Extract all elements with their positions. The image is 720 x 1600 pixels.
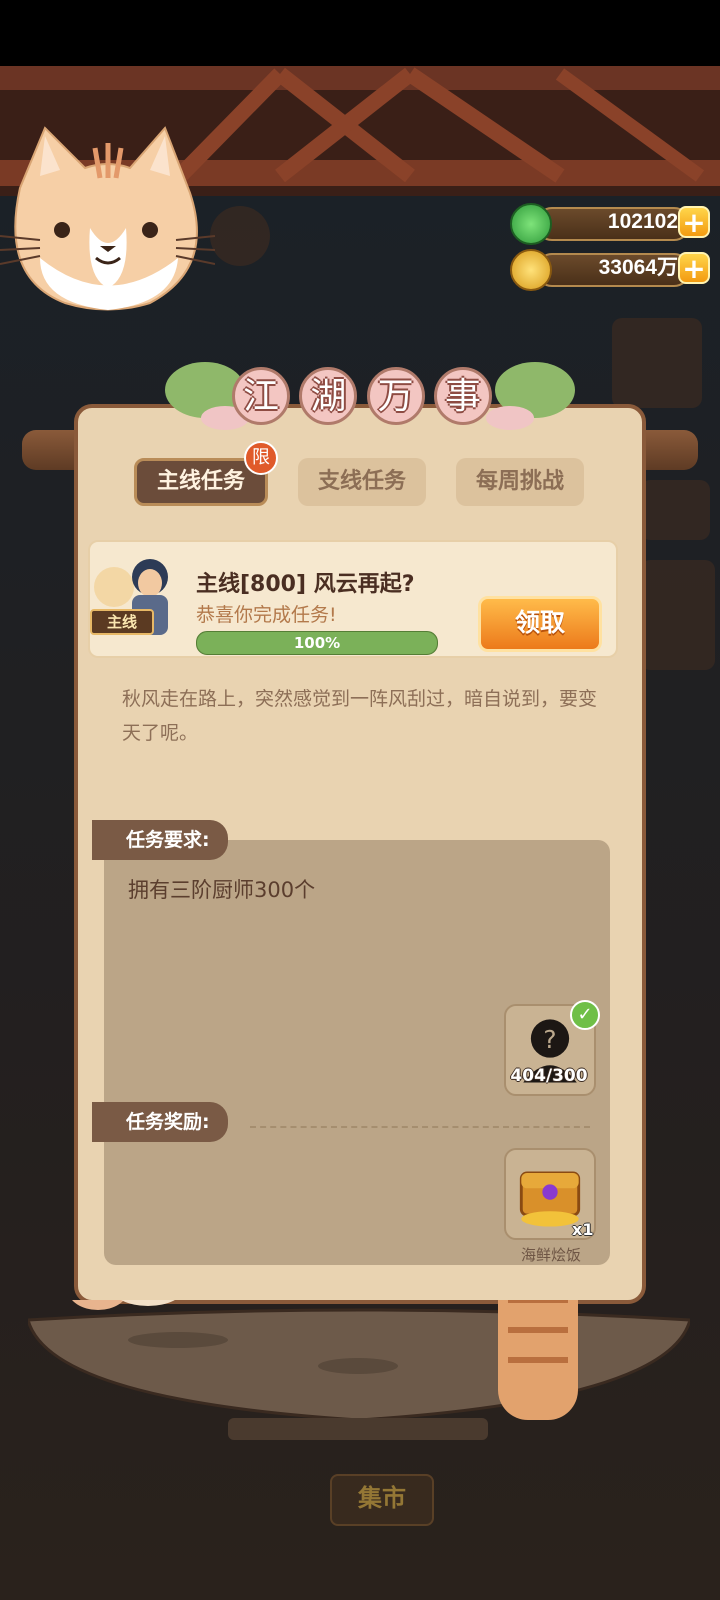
notice-button-blurred[interactable] bbox=[612, 318, 702, 408]
coin-currency: 33064万 + bbox=[510, 249, 710, 291]
add-coins-button[interactable]: + bbox=[678, 252, 710, 284]
svg-text:?: ? bbox=[543, 1025, 556, 1054]
gift-pack-button-blurred[interactable] bbox=[640, 560, 715, 670]
requirement-label: 任务要求: bbox=[92, 820, 228, 860]
market-button[interactable]: 集市 bbox=[330, 1474, 434, 1526]
title-char: 湖 bbox=[299, 367, 358, 425]
coin-amount: 33064万 bbox=[598, 256, 678, 279]
quest-progress-bar: 100% bbox=[196, 631, 438, 655]
quest-type-tag: 主线 bbox=[90, 609, 154, 635]
limited-badge: 限 bbox=[244, 441, 278, 475]
reward-name: 海鲜烩饭 bbox=[520, 1246, 581, 1264]
quest-description: 秋风走在路上，突然感觉到一阵风刮过，暗自说到，要变天了呢。 bbox=[122, 688, 598, 744]
jade-currency: 102102 + bbox=[510, 203, 710, 245]
add-jade-button[interactable]: + bbox=[678, 206, 710, 238]
bowl-decoration bbox=[28, 1300, 690, 1440]
jade-amount: 102102 bbox=[607, 210, 678, 233]
check-icon: ✓ bbox=[570, 1000, 600, 1030]
requirement-count: 404/300 bbox=[510, 1066, 588, 1086]
title-char: 万 bbox=[366, 367, 425, 425]
reward-button-blurred[interactable] bbox=[640, 480, 710, 540]
tab-side-quest[interactable]: 支线任务 bbox=[298, 458, 426, 506]
quest-subtitle: 恭喜你完成任务! bbox=[196, 604, 337, 626]
avatar-blurred[interactable] bbox=[210, 206, 270, 266]
title-char: 江 bbox=[232, 367, 290, 425]
panel-title: 江 湖 万 事 bbox=[232, 367, 492, 427]
quest-title: 主线[800] 风云再起? bbox=[196, 572, 415, 597]
title-char: 事 bbox=[433, 367, 492, 425]
reward-divider bbox=[250, 1126, 590, 1128]
claim-button[interactable]: 领取 bbox=[478, 596, 602, 652]
tab-weekly-challenge[interactable]: 每周挑战 bbox=[456, 458, 584, 506]
status-bar bbox=[0, 0, 720, 66]
requirement-text: 拥有三阶厨师300个 bbox=[128, 878, 316, 902]
cat-overlay bbox=[0, 126, 215, 311]
progress-label: 100% bbox=[293, 634, 341, 652]
reward-label: 任务奖励: bbox=[92, 1102, 228, 1142]
reward-quantity: x1 bbox=[572, 1220, 594, 1239]
